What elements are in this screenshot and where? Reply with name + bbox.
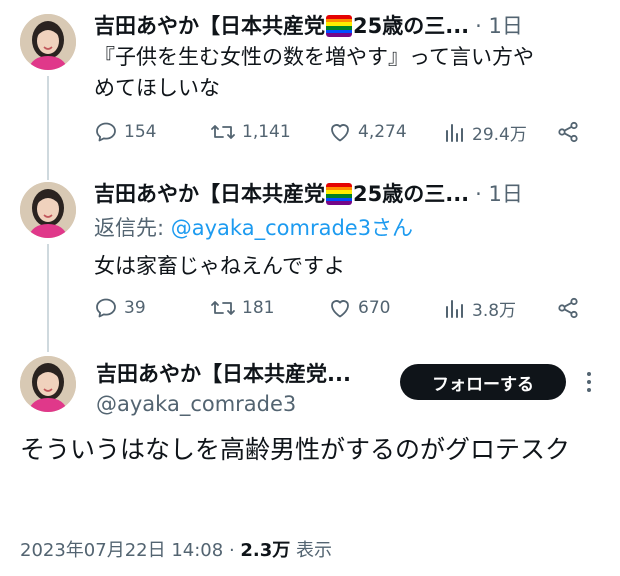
like-icon xyxy=(331,124,349,142)
tweet-date[interactable]: 2023年07月22日 14:08 xyxy=(20,540,223,561)
focused-tweet-text: そういうはなしを高齢男性がするのがグロテスク xyxy=(20,435,571,464)
retweet-count: 1,141 xyxy=(242,122,291,142)
views-icon xyxy=(446,123,463,142)
follow-button[interactable]: フォローする xyxy=(400,364,566,400)
reply-to-prefix: 返信先: xyxy=(94,216,171,240)
reply-button[interactable]: 154 xyxy=(94,120,156,144)
tweet-meta: 2023年07月22日 14:08 · 2.3万 表示 xyxy=(20,536,332,562)
reply-button[interactable]: 39 xyxy=(94,296,146,320)
views-count: 3.8万 xyxy=(472,301,517,321)
tweet-time[interactable]: · 1日 xyxy=(475,180,523,208)
tweet-text: 女は家畜じゃねえんですよ xyxy=(94,254,345,278)
like-count: 4,274 xyxy=(358,122,407,142)
views-count: 29.4万 xyxy=(472,125,527,145)
retweet-icon xyxy=(211,301,235,315)
rainbow-flag-icon xyxy=(326,183,352,205)
reply-count: 154 xyxy=(124,122,157,142)
retweet-button[interactable]: 1,141 xyxy=(210,120,291,144)
author-name-suffix[interactable]: 25歳の三... xyxy=(353,180,469,208)
tweet-thread: 吉田あやか【日本共産党 25歳の三... · 1日 『子供を生む女性の数を増やす… xyxy=(0,0,620,576)
retweet-count: 181 xyxy=(242,298,275,318)
tweet-text-line: めてほしいな xyxy=(94,76,220,100)
author-name[interactable]: 吉田あやか【日本共産党 xyxy=(94,12,325,40)
tweet-time[interactable]: · 1日 xyxy=(475,12,523,40)
tweet-text: 『子供を生む女性の数を増やす』って言い方や めてほしいな xyxy=(94,42,604,104)
like-button[interactable]: 670 xyxy=(328,296,390,320)
tweet-actions: 154 1,141 4,274 29.4万 xyxy=(94,120,594,148)
focused-author-name[interactable]: 吉田あやか【日本共産党... xyxy=(96,360,351,388)
views-icon xyxy=(446,299,463,318)
tweet-text-line: 『子供を生む女性の数を増やす』って言い方や xyxy=(94,45,534,69)
thread-connector xyxy=(47,76,49,180)
focused-views-count: 2.3万 xyxy=(240,540,291,561)
share-button[interactable] xyxy=(556,120,586,144)
tweet-header: 吉田あやか【日本共産党 25歳の三... · 1日 xyxy=(94,180,523,208)
views-button[interactable]: 3.8万 xyxy=(444,296,516,321)
avatar[interactable] xyxy=(20,182,76,238)
reply-count: 39 xyxy=(124,298,146,318)
meta-separator: · xyxy=(223,540,241,561)
share-button[interactable] xyxy=(556,296,586,320)
author-name[interactable]: 吉田あやか【日本共産党 xyxy=(94,180,325,208)
avatar[interactable] xyxy=(20,14,76,70)
like-icon xyxy=(331,300,349,318)
rainbow-flag-icon xyxy=(326,15,352,37)
author-handle[interactable]: @ayaka_comrade3 xyxy=(96,390,296,418)
retweet-icon xyxy=(211,125,235,139)
views-button[interactable]: 29.4万 xyxy=(444,120,527,145)
like-button[interactable]: 4,274 xyxy=(328,120,407,144)
author-name-suffix[interactable]: 25歳の三... xyxy=(353,12,469,40)
retweet-button[interactable]: 181 xyxy=(210,296,274,320)
tweet-header: 吉田あやか【日本共産党 25歳の三... · 1日 xyxy=(94,12,523,40)
thread-connector xyxy=(47,244,49,352)
author-name[interactable]: 吉田あやか【日本共産党... xyxy=(96,360,351,388)
like-count: 670 xyxy=(358,298,391,318)
reply-to-line: 返信先: @ayaka_comrade3さん xyxy=(94,214,413,242)
focused-views-label: 表示 xyxy=(290,540,333,561)
focused-handle-row: @ayaka_comrade3 xyxy=(96,390,296,418)
reply-to-handle[interactable]: @ayaka_comrade3さん xyxy=(171,216,413,240)
share-icon xyxy=(558,297,578,319)
more-icon[interactable] xyxy=(584,370,594,394)
reply-icon xyxy=(96,122,116,142)
tweet-actions: 39 181 670 3.8万 xyxy=(94,296,594,324)
avatar[interactable] xyxy=(20,356,76,412)
share-icon xyxy=(558,121,578,143)
reply-icon xyxy=(96,298,116,318)
